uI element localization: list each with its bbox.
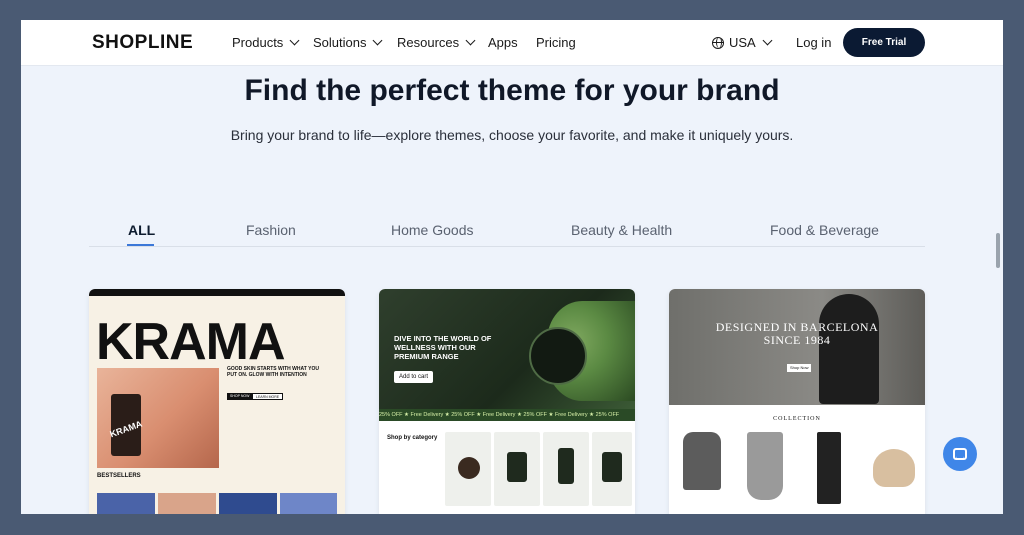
nav-apps-label: Apps	[488, 35, 518, 50]
login-label: Log in	[796, 35, 832, 50]
nav-resources-label: Resources	[397, 35, 460, 50]
category-tile	[494, 432, 540, 506]
nav-solutions-label: Solutions	[313, 35, 367, 50]
trousers-image	[817, 432, 841, 504]
page-subtitle: Bring your brand to life—explore themes,…	[230, 127, 794, 143]
theme-card-wellness[interactable]: DIVE INTO THE WORLD OF WELLNESS WITH OUR…	[379, 289, 635, 514]
nav-products[interactable]: Products	[232, 35, 300, 50]
chat-bubble-icon	[953, 448, 967, 460]
login-link[interactable]: Log in	[796, 35, 831, 50]
tab-fashion[interactable]: Fashion	[246, 222, 296, 238]
bag-image	[873, 449, 915, 487]
bottle-image	[558, 448, 574, 484]
nav-resources[interactable]: Resources	[397, 35, 476, 50]
theme-preview-hero: DESIGNED IN BARCELONA SINCE 1984 Shop No…	[669, 289, 925, 405]
tab-beauty-health[interactable]: Beauty & Health	[571, 222, 672, 238]
barcelona-headline: DESIGNED IN BARCELONA SINCE 1984	[669, 321, 925, 347]
nav-apps[interactable]: Apps	[488, 35, 518, 50]
wellness-shop-by-category: Shop by category	[387, 435, 438, 441]
theme-preview-hero: DIVE INTO THE WORLD OF WELLNESS WITH OUR…	[379, 289, 635, 409]
category-tile	[543, 432, 589, 506]
product-thumbnail	[219, 493, 277, 514]
krama-bestsellers-heading: BESTSELLERS	[97, 473, 141, 479]
wellness-headline: DIVE INTO THE WORLD OF WELLNESS WITH OUR…	[394, 334, 492, 361]
theme-preview-topbar	[89, 289, 345, 296]
nav-products-label: Products	[232, 35, 284, 50]
chevron-down-icon	[465, 35, 476, 46]
category-tabs: ALL Fashion Home Goods Beauty & Health F…	[89, 219, 925, 247]
region-label: USA	[729, 35, 756, 50]
browser-viewport: SHOPLINE Products Solutions Resources Ap…	[21, 20, 1003, 514]
krama-brand-title: KRAMA	[96, 313, 286, 371]
active-tab-indicator	[127, 244, 154, 246]
nav-pricing[interactable]: Pricing	[536, 35, 576, 50]
nav-pricing-label: Pricing	[536, 35, 576, 50]
product-thumbnail	[280, 493, 337, 514]
barcelona-collection-heading: COLLECTION	[773, 416, 821, 422]
region-selector[interactable]: USA	[712, 35, 773, 50]
free-trial-button[interactable]: Free Trial	[843, 28, 925, 57]
jar-image	[507, 452, 527, 482]
skirt-image	[747, 432, 783, 500]
coat-image	[683, 432, 721, 490]
theme-card-krama[interactable]: KRAMA KRAMA GOOD SKIN STARTS WITH WHAT Y…	[89, 289, 345, 514]
category-tile	[445, 432, 491, 506]
page-scrollbar-thumb[interactable]	[996, 233, 1000, 268]
page-title: Find the perfect theme for your brand	[244, 74, 780, 107]
krama-shop-now-button: SHOP NOW	[227, 393, 253, 400]
product-thumbnail	[97, 493, 155, 514]
nav-solutions[interactable]: Solutions	[313, 35, 383, 50]
theme-card-barcelona[interactable]: DESIGNED IN BARCELONA SINCE 1984 Shop No…	[669, 289, 925, 514]
chevron-down-icon	[373, 35, 383, 46]
product-thumbnail	[158, 493, 216, 514]
theme-preview: KRAMA KRAMA GOOD SKIN STARTS WITH WHAT Y…	[89, 296, 345, 514]
promo-ticker: 25% OFF ★ Free Delivery ★ 25% OFF ★ Free…	[379, 409, 635, 421]
tab-all[interactable]: ALL	[128, 222, 155, 238]
krama-learn-more-button: LEARN MORE	[252, 393, 284, 400]
krama-tagline: GOOD SKIN STARTS WITH WHAT YOU PUT ON. G…	[227, 366, 319, 378]
tab-food-beverage[interactable]: Food & Beverage	[770, 222, 879, 238]
wellness-add-to-cart-button: Add to cart	[394, 371, 434, 383]
chevron-down-icon	[762, 35, 773, 46]
chat-button[interactable]	[943, 437, 977, 471]
top-navbar: SHOPLINE Products Solutions Resources Ap…	[21, 20, 1003, 66]
model-chair-image	[819, 294, 879, 404]
jar-image	[602, 452, 622, 482]
chevron-down-icon	[289, 35, 300, 46]
shopline-logo[interactable]: SHOPLINE	[92, 32, 193, 54]
category-tile	[592, 432, 632, 506]
product-disc-image	[529, 327, 587, 385]
globe-icon	[712, 36, 724, 49]
tab-home-goods[interactable]: Home Goods	[391, 222, 473, 238]
barcelona-headline-line2: SINCE 1984	[763, 333, 831, 347]
capsule-image	[458, 457, 480, 479]
barcelona-shop-now-button: Shop Now	[787, 364, 812, 372]
